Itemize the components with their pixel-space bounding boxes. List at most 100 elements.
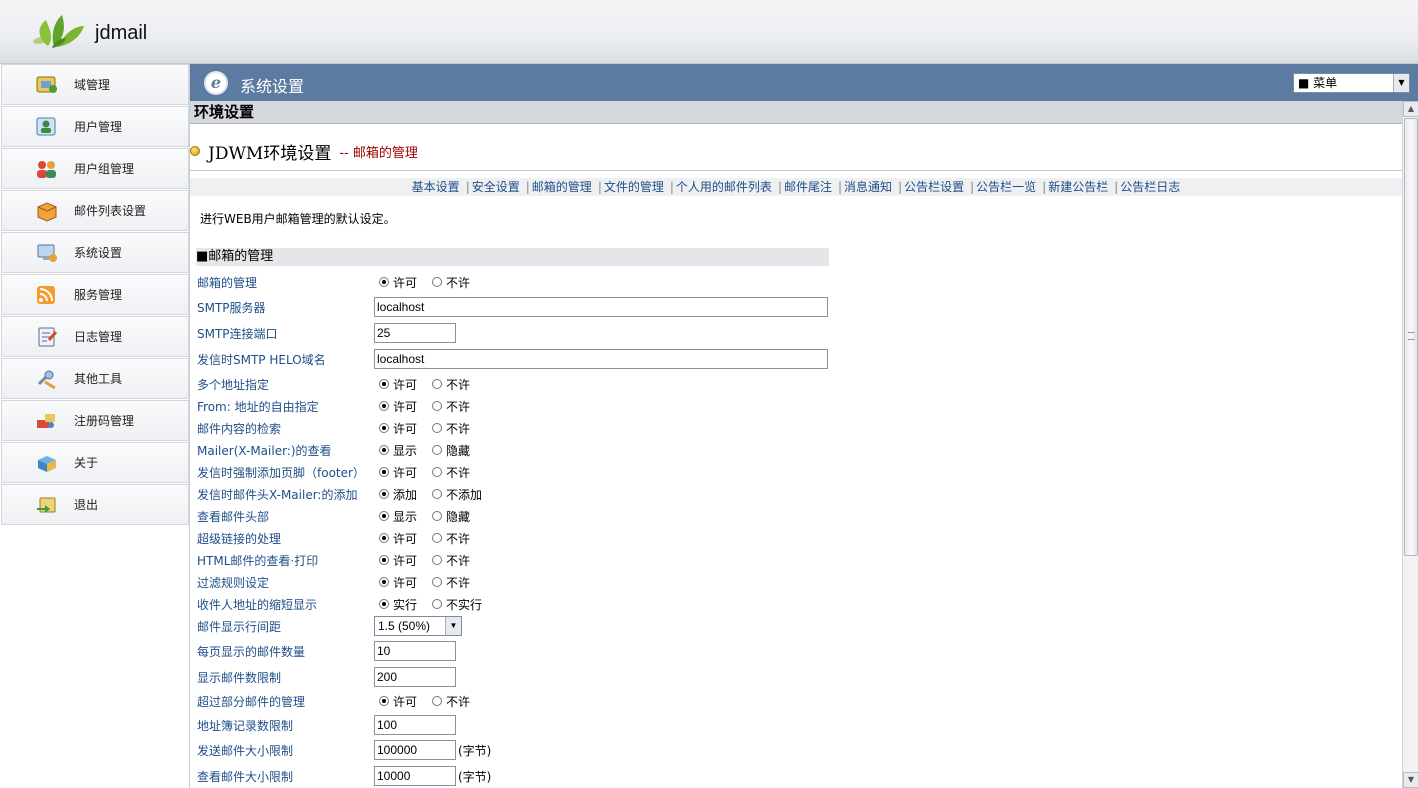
text-input[interactable]: localhost xyxy=(374,349,828,369)
radio-button-icon[interactable] xyxy=(432,577,443,587)
radio-option[interactable]: 不许 xyxy=(432,398,470,415)
radio-button-icon[interactable] xyxy=(432,555,443,565)
radio-option[interactable]: 不许 xyxy=(432,574,470,591)
radio-option[interactable]: 实行 xyxy=(379,596,417,613)
text-input[interactable]: localhost xyxy=(374,297,828,317)
settings-nav: 基本设置 | 安全设置 | 邮箱的管理 | 文件的管理 | 个人用的邮件列表 | 邮件尾注 | 消息通知… xyxy=(190,178,1402,196)
radio-option[interactable]: 不许 xyxy=(432,420,470,437)
radio-option[interactable]: 隐藏 xyxy=(432,508,470,525)
radio-button-icon[interactable] xyxy=(432,599,443,609)
radio-button-icon[interactable] xyxy=(432,467,443,477)
text-input[interactable]: 100 xyxy=(374,715,456,735)
nav-notifications[interactable]: 消息通知 xyxy=(844,180,892,194)
nav-mail-footer[interactable]: 邮件尾注 xyxy=(784,180,832,194)
menu-dropdown[interactable]: ■ 菜单 ▼ xyxy=(1293,73,1410,93)
radio-button-icon[interactable] xyxy=(379,599,389,609)
vertical-scrollbar[interactable]: ▲ ▼ xyxy=(1402,101,1418,788)
radio-button-icon[interactable] xyxy=(432,696,443,706)
page-heading: JDWM环境设置 -- 邮箱的管理 xyxy=(190,139,418,164)
scrollbar-thumb[interactable] xyxy=(1404,118,1418,556)
exit-icon xyxy=(34,493,60,517)
text-input[interactable]: 100000 xyxy=(374,740,456,760)
radio-option[interactable]: 许可 xyxy=(379,552,417,569)
scroll-up-icon[interactable]: ▲ xyxy=(1403,101,1418,117)
radio-option[interactable]: 不许 xyxy=(432,464,470,481)
form-row-control: 25 xyxy=(374,322,456,344)
radio-option[interactable]: 显示 xyxy=(379,442,417,459)
form-row: 地址簿记录数限制 100 xyxy=(197,714,837,736)
radio-button-icon[interactable] xyxy=(432,511,443,521)
radio-option[interactable]: 显示 xyxy=(379,508,417,525)
text-input[interactable]: 25 xyxy=(374,323,456,343)
sidebar-item-logs[interactable]: 日志管理 xyxy=(1,316,189,357)
text-input[interactable]: 10 xyxy=(374,641,456,661)
radio-option[interactable]: 不许 xyxy=(432,376,470,393)
radio-option[interactable]: 许可 xyxy=(379,693,417,710)
nav-mailbox-management[interactable]: 邮箱的管理 xyxy=(532,180,592,194)
radio-button-icon[interactable] xyxy=(432,445,443,455)
radio-option[interactable]: 不许 xyxy=(432,693,470,710)
text-input[interactable]: 10000 xyxy=(374,766,456,786)
sidebar-item-logout[interactable]: 退出 xyxy=(1,484,189,525)
radio-button-icon[interactable] xyxy=(432,401,443,411)
radio-option[interactable]: 不许 xyxy=(432,530,470,547)
nav-personal-mailing-list[interactable]: 个人用的邮件列表 xyxy=(676,180,772,194)
radio-option[interactable]: 不添加 xyxy=(432,486,482,503)
nav-bulletin-settings[interactable]: 公告栏设置 xyxy=(904,180,964,194)
radio-button-icon[interactable] xyxy=(379,423,389,433)
radio-button-icon[interactable] xyxy=(379,401,389,411)
radio-option[interactable]: 不许 xyxy=(432,552,470,569)
sidebar-item-domain[interactable]: 域管理 xyxy=(1,64,189,105)
radio-button-icon[interactable] xyxy=(379,696,389,706)
nav-new-bulletin[interactable]: 新建公告栏 xyxy=(1048,180,1108,194)
radio-button-icon[interactable] xyxy=(432,423,443,433)
radio-button-icon[interactable] xyxy=(379,555,389,565)
radio-button-icon[interactable] xyxy=(379,467,389,477)
radio-option[interactable]: 不许 xyxy=(432,274,470,291)
radio-option[interactable]: 许可 xyxy=(379,464,417,481)
radio-button-icon[interactable] xyxy=(432,277,443,287)
nav-bulletin-list[interactable]: 公告栏一览 xyxy=(976,180,1036,194)
select-value: 1.5 (50%) xyxy=(378,619,431,633)
chevron-down-icon: ▼ xyxy=(445,617,461,635)
radio-button-icon[interactable] xyxy=(379,379,389,389)
scroll-down-icon[interactable]: ▼ xyxy=(1403,772,1418,788)
sidebar-item-mailing-list[interactable]: 邮件列表设置 xyxy=(1,190,189,231)
text-input[interactable]: 200 xyxy=(374,667,456,687)
radio-button-icon[interactable] xyxy=(432,379,443,389)
radio-button-icon[interactable] xyxy=(379,489,389,499)
radio-option[interactable]: 许可 xyxy=(379,530,417,547)
sidebar-item-tools[interactable]: 其他工具 xyxy=(1,358,189,399)
nav-bulletin-log[interactable]: 公告栏日志 xyxy=(1120,180,1180,194)
key-icon xyxy=(34,409,60,433)
radio-button-icon[interactable] xyxy=(379,511,389,521)
radio-button-icon[interactable] xyxy=(379,533,389,543)
radio-option-label: 许可 xyxy=(393,694,418,709)
form-row-label: HTML邮件的查看·打印 xyxy=(197,554,319,568)
line-spacing-select[interactable]: 1.5 (50%) ▼ xyxy=(374,616,462,636)
nav-basic-settings[interactable]: 基本设置 xyxy=(412,180,460,194)
sidebar-item-services[interactable]: 服务管理 xyxy=(1,274,189,315)
sidebar-item-system-settings[interactable]: 系统设置 xyxy=(1,232,189,273)
radio-option[interactable]: 隐藏 xyxy=(432,442,470,459)
radio-button-icon[interactable] xyxy=(432,489,443,499)
radio-button-icon[interactable] xyxy=(379,277,389,287)
sidebar-item-about[interactable]: 关于 xyxy=(1,442,189,483)
radio-button-icon[interactable] xyxy=(379,577,389,587)
radio-option-label: 不实行 xyxy=(446,597,483,612)
radio-button-icon[interactable] xyxy=(379,445,389,455)
sidebar-item-users[interactable]: 用户管理 xyxy=(1,106,189,147)
radio-option[interactable]: 许可 xyxy=(379,420,417,437)
radio-option[interactable]: 许可 xyxy=(379,398,417,415)
radio-option[interactable]: 添加 xyxy=(379,486,417,503)
radio-option[interactable]: 许可 xyxy=(379,274,417,291)
radio-option[interactable]: 许可 xyxy=(379,574,417,591)
nav-file-management[interactable]: 文件的管理 xyxy=(604,180,664,194)
nav-security-settings[interactable]: 安全设置 xyxy=(472,180,520,194)
radio-option[interactable]: 不实行 xyxy=(432,596,482,613)
sidebar-item-groups[interactable]: 用户组管理 xyxy=(1,148,189,189)
sidebar-item-license[interactable]: 注册码管理 xyxy=(1,400,189,441)
unit-label: (字节) xyxy=(458,743,492,758)
radio-button-icon[interactable] xyxy=(432,533,443,543)
radio-option[interactable]: 许可 xyxy=(379,376,417,393)
